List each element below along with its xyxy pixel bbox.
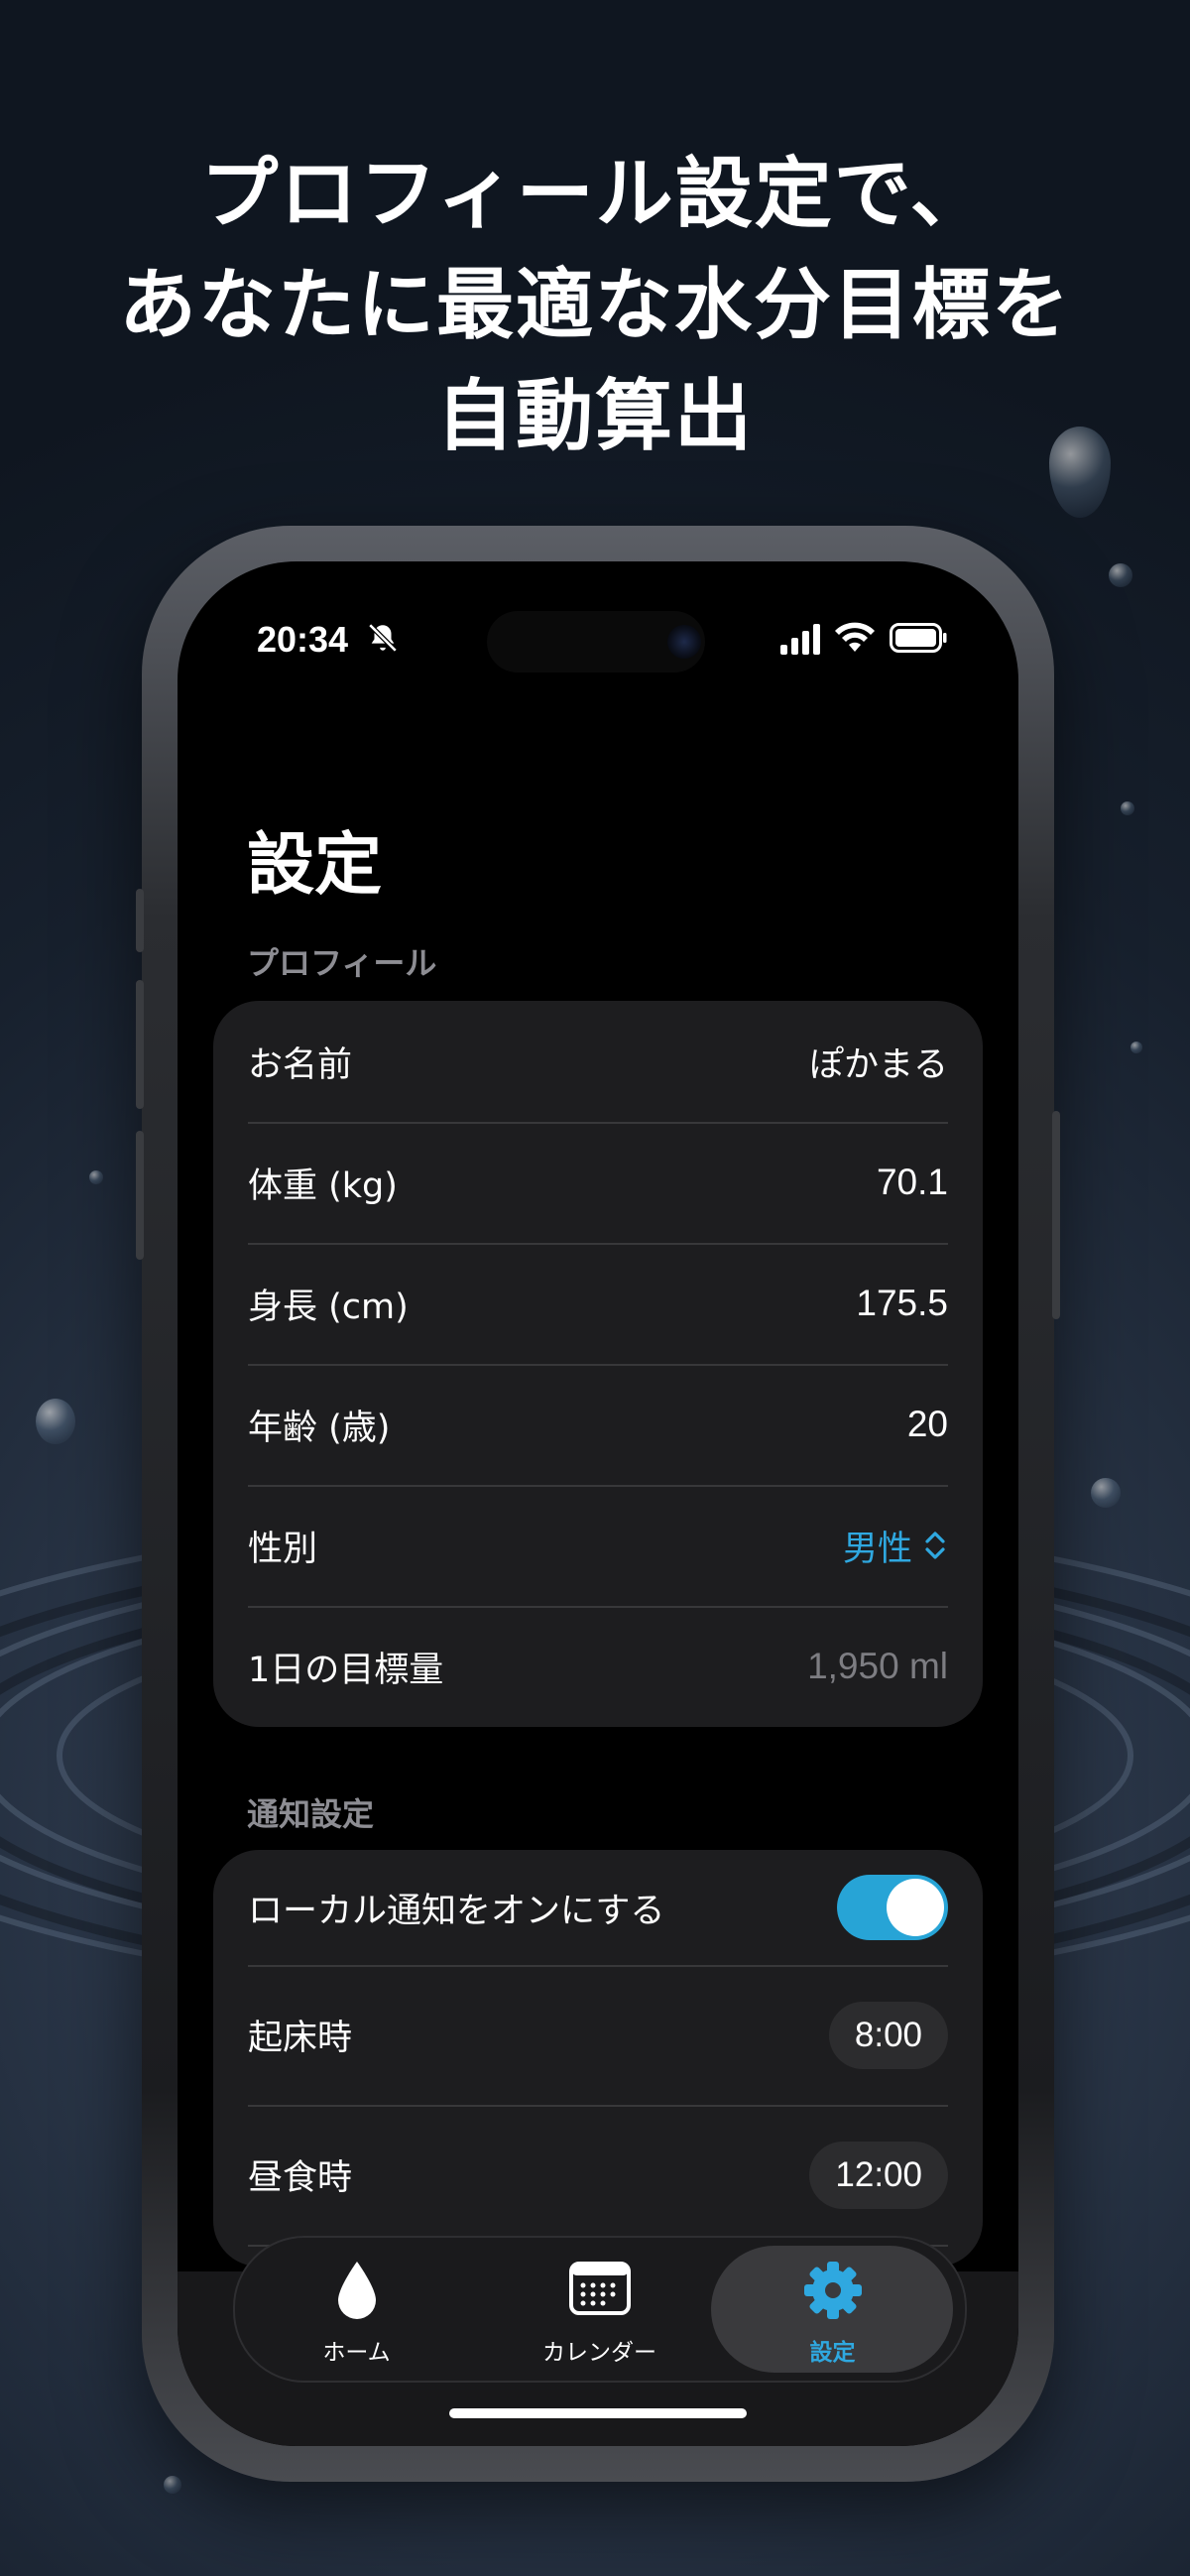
profile-group: お名前 ぽかまる 体重 (kg) 70.1 身長 (cm) 175.5 年齢 (… xyxy=(213,1001,983,1727)
row-label: 体重 (kg) xyxy=(248,1165,398,1206)
row-label: 性別 xyxy=(248,1529,318,1569)
tab-home[interactable]: ホーム xyxy=(235,2238,478,2381)
water-drop-decoration xyxy=(1109,563,1132,587)
status-time: 20:34 xyxy=(257,619,349,660)
notification-group: ローカル通知をオンにする 起床時 8:00 昼食時 12:00 xyxy=(213,1850,983,2267)
row-label: 年齢 (歳) xyxy=(248,1408,391,1448)
headline-line-3: 自動算出 xyxy=(435,372,754,461)
row-label: お名前 xyxy=(248,1044,353,1085)
tab-label: 設定 xyxy=(809,2340,856,2366)
promo-headline: プロフィール設定で、 あなたに最適な水分目標を 自動算出 xyxy=(0,139,1190,472)
wifi-icon xyxy=(835,622,875,652)
page-title: 設定 xyxy=(247,826,383,905)
volume-down-button xyxy=(136,1131,144,1260)
row-label: 起床時 xyxy=(248,2019,353,2058)
profile-row-gender[interactable]: 性別 男性 xyxy=(213,1485,983,1606)
water-drop-decoration xyxy=(1091,1478,1121,1508)
front-camera xyxy=(667,625,701,659)
local-notification-toggle[interactable] xyxy=(837,1875,948,1940)
tab-label: ホーム xyxy=(322,2340,391,2366)
home-indicator xyxy=(449,2408,747,2418)
water-drop-decoration xyxy=(1130,1042,1142,1053)
tab-settings[interactable]: 設定 xyxy=(711,2238,954,2381)
app-screen: 20:34 設定 プロフィール お名前 ぽかまる 体重 (kg) 70.1 身長… xyxy=(178,561,1018,2446)
weight-value[interactable]: 70.1 xyxy=(877,1162,948,1203)
toggle-knob xyxy=(887,1879,944,1936)
headline-line-2: あなたに最適な水分目標を xyxy=(118,261,1071,350)
side-button xyxy=(1052,1111,1060,1319)
gender-picker[interactable]: 男性 xyxy=(843,1521,948,1571)
headline-line-1: プロフィール設定で、 xyxy=(200,150,990,239)
row-label: 身長 (cm) xyxy=(248,1287,409,1327)
water-drop-icon xyxy=(337,2262,376,2319)
water-drop-decoration xyxy=(164,2476,181,2494)
height-value[interactable]: 175.5 xyxy=(856,1283,948,1324)
profile-row-age[interactable]: 年齢 (歳) 20 xyxy=(213,1364,983,1485)
status-bar: 20:34 xyxy=(178,601,1018,673)
profile-row-daily-goal: 1日の目標量 1,950 ml xyxy=(213,1606,983,1727)
profile-row-name[interactable]: お名前 ぽかまる xyxy=(213,1001,983,1122)
volume-up-button xyxy=(136,980,144,1109)
profile-row-weight[interactable]: 体重 (kg) 70.1 xyxy=(213,1122,983,1243)
profile-row-height[interactable]: 身長 (cm) 175.5 xyxy=(213,1243,983,1364)
action-button xyxy=(136,889,144,952)
wakeup-time-picker[interactable]: 8:00 xyxy=(828,2001,948,2069)
name-value[interactable]: ぽかまる xyxy=(809,1037,948,1087)
gear-icon xyxy=(803,2262,862,2319)
tab-bar: ホーム カレンダー 設定 xyxy=(233,2236,967,2383)
battery-icon xyxy=(890,623,947,653)
chevron-up-down-icon xyxy=(925,1532,945,1559)
notification-section-header: 通知設定 xyxy=(247,1795,375,1833)
row-label: 昼食時 xyxy=(248,2158,353,2198)
lunch-time-picker[interactable]: 12:00 xyxy=(809,2141,948,2209)
water-drop-decoration xyxy=(36,1399,75,1444)
profile-section-header: プロフィール xyxy=(247,944,437,982)
row-label: 1日の目標量 xyxy=(248,1650,444,1690)
water-drop-decoration xyxy=(89,1170,103,1184)
daily-goal-value: 1,950 ml xyxy=(807,1646,948,1686)
row-label: ローカル通知をオンにする xyxy=(248,1891,665,1931)
notification-toggle-row[interactable]: ローカル通知をオンにする xyxy=(213,1850,983,1965)
water-drop-decoration xyxy=(1121,801,1134,815)
tab-label: カレンダー xyxy=(542,2340,656,2366)
gender-value: 男性 xyxy=(842,1529,912,1569)
calendar-icon xyxy=(568,2262,631,2315)
age-value[interactable]: 20 xyxy=(907,1404,948,1445)
tab-calendar[interactable]: カレンダー xyxy=(478,2238,721,2381)
bell-slash-icon xyxy=(368,623,398,653)
cellular-signal-icon xyxy=(780,624,820,655)
notification-row-lunch[interactable]: 昼食時 12:00 xyxy=(213,2105,983,2245)
notification-row-wakeup[interactable]: 起床時 8:00 xyxy=(213,1965,983,2105)
phone-frame: 20:34 設定 プロフィール お名前 ぽかまる 体重 (kg) 70.1 身長… xyxy=(136,526,1060,2482)
